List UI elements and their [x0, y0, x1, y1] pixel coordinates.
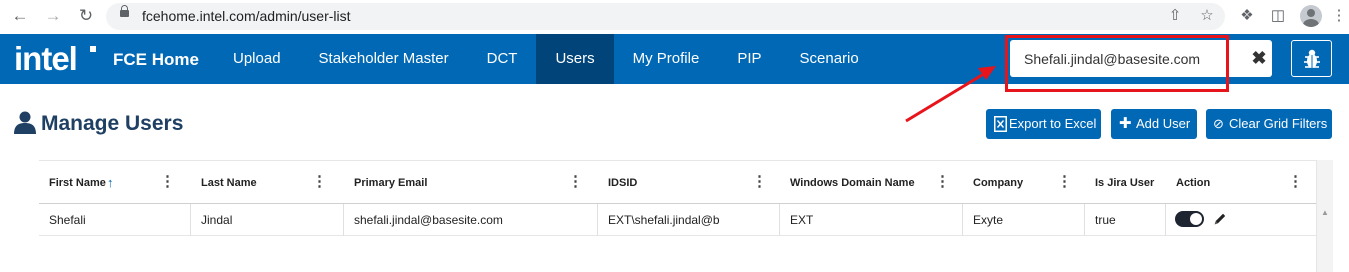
cell-is-jira-user: true [1085, 204, 1166, 236]
add-user-button[interactable]: ✚ Add User [1111, 109, 1197, 139]
cell-last-name: Jindal [191, 204, 344, 236]
column-label: IDSID [608, 177, 638, 189]
column-menu-icon[interactable]: ⋮ [160, 174, 175, 190]
cell-text: EXT [790, 213, 814, 227]
table-row[interactable]: Shefali Jindal shefali.jindal@basesite.c… [39, 204, 1328, 236]
cell-primary-email: shefali.jindal@basesite.com [344, 204, 598, 236]
column-menu-icon[interactable]: ⋮ [568, 174, 583, 190]
column-header-windows-domain-name[interactable]: Windows Domain Name ⋮ [780, 161, 963, 205]
column-menu-icon[interactable]: ⋮ [935, 174, 950, 190]
column-header-primary-email[interactable]: Primary Email ⋮ [344, 161, 598, 205]
grid-vertical-scrollbar[interactable]: ▲ [1316, 160, 1333, 272]
cell-company: Exyte [963, 204, 1085, 236]
column-menu-icon[interactable]: ⋮ [1288, 174, 1303, 190]
cell-text: true [1095, 213, 1116, 227]
user-icon [14, 111, 36, 134]
cell-action [1166, 204, 1328, 236]
plus-icon: ✚ [1119, 115, 1132, 132]
cell-text: Jindal [201, 213, 233, 227]
cell-text: shefali.jindal@basesite.com [354, 213, 503, 227]
users-grid: First Name ↑ ⋮ Last Name ⋮ Primary Email… [13, 160, 1333, 272]
column-label: Windows Domain Name [790, 177, 915, 189]
sort-ascending-icon[interactable]: ↑ [107, 175, 114, 190]
column-label: Action [1176, 177, 1211, 189]
scroll-up-arrow-icon[interactable]: ▲ [1321, 208, 1329, 217]
column-header-first-name[interactable]: First Name ↑ ⋮ [39, 161, 191, 205]
cell-windows-domain: EXT [780, 204, 963, 236]
column-label: Primary Email [354, 177, 428, 189]
cell-idsid: EXT\shefali.jindal@b [598, 204, 780, 236]
cell-text: EXT\shefali.jindal@b [608, 213, 720, 227]
ban-icon: ⊘ [1213, 116, 1224, 131]
pencil-icon[interactable] [1213, 212, 1227, 226]
column-label: First Name [49, 177, 106, 189]
cell-text: Shefali [49, 213, 86, 227]
column-header-last-name[interactable]: Last Name ⋮ [191, 161, 344, 205]
clear-filters-label: Clear Grid Filters [1229, 116, 1328, 131]
column-label: Company [973, 177, 1024, 189]
export-label: Export to Excel [1009, 116, 1097, 131]
grid-header: First Name ↑ ⋮ Last Name ⋮ Primary Email… [39, 160, 1328, 204]
column-menu-icon[interactable]: ⋮ [752, 174, 767, 190]
column-header-idsid[interactable]: IDSID ⋮ [598, 161, 780, 205]
add-user-label: Add User [1136, 116, 1191, 131]
column-header-is-jira-user[interactable]: Is Jira User [1085, 161, 1166, 205]
column-header-company[interactable]: Company ⋮ [963, 161, 1085, 205]
column-header-action[interactable]: Action ⋮ [1166, 161, 1328, 205]
column-label: Last Name [201, 177, 257, 189]
page-title: Manage Users [41, 112, 184, 135]
column-menu-icon[interactable]: ⋮ [312, 174, 327, 190]
column-label: Is Jira User [1095, 177, 1155, 189]
export-to-excel-button[interactable]: Export to Excel [986, 109, 1101, 139]
column-menu-icon[interactable]: ⋮ [1057, 174, 1072, 190]
excel-icon [994, 116, 1007, 132]
active-toggle[interactable] [1175, 211, 1204, 227]
cell-text: Exyte [973, 213, 1004, 227]
cell-first-name: Shefali [39, 204, 191, 236]
clear-grid-filters-button[interactable]: ⊘ Clear Grid Filters [1206, 109, 1332, 139]
